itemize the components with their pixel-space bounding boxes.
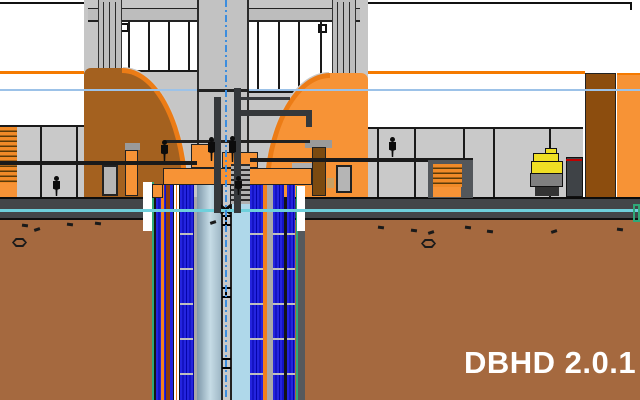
casing-rung bbox=[180, 338, 193, 340]
central-column-cross-bar bbox=[197, 89, 249, 92]
person-body bbox=[229, 141, 236, 162]
person-silhouette bbox=[159, 140, 170, 162]
person-silhouette bbox=[387, 137, 398, 158]
casing-rung bbox=[180, 373, 193, 375]
mullion-right bbox=[278, 22, 280, 91]
mullion-left bbox=[128, 22, 130, 70]
shaft-stripe-19 bbox=[298, 231, 306, 400]
casing-rung bbox=[273, 338, 284, 340]
mullion-right bbox=[298, 22, 300, 91]
tower-door-right bbox=[336, 165, 352, 193]
person-head bbox=[54, 176, 59, 181]
borehole-centerline bbox=[225, 0, 227, 398]
casing-rung bbox=[180, 303, 193, 305]
tower-line-right bbox=[343, 2, 345, 83]
louver-base-left bbox=[0, 183, 17, 198]
shaft-collar-left bbox=[143, 182, 152, 231]
derrick-arm bbox=[234, 110, 312, 116]
person-body bbox=[235, 181, 242, 195]
person-silhouette bbox=[233, 176, 244, 196]
drawing-title: DBHD 2.0.1 bbox=[464, 345, 640, 381]
orange-datum-line-right bbox=[368, 71, 585, 74]
platform-block-left bbox=[152, 184, 163, 198]
louver-panel-right bbox=[433, 164, 462, 187]
derrick-arm-end bbox=[306, 116, 312, 127]
mullion-left bbox=[188, 22, 190, 70]
louver-panel-left bbox=[0, 127, 17, 183]
casing-rung bbox=[250, 338, 263, 340]
mullion-right bbox=[257, 22, 259, 91]
brown-door-right bbox=[312, 147, 326, 196]
orange-datum-line-left bbox=[0, 71, 84, 74]
casing-rung bbox=[180, 268, 193, 270]
building-outline-corner bbox=[630, 2, 632, 10]
vehicle-wheels bbox=[535, 187, 559, 196]
shaft-stripe-15 bbox=[273, 184, 284, 400]
orange-pylon-right-edge bbox=[617, 73, 640, 198]
casing-rung bbox=[273, 268, 284, 270]
wall-line-right bbox=[493, 129, 495, 198]
casing-rung bbox=[273, 233, 284, 235]
tower-line-right bbox=[337, 2, 339, 83]
person-body bbox=[161, 145, 168, 161]
person-head bbox=[209, 137, 214, 142]
louver-base-right bbox=[433, 187, 461, 197]
casing-rung bbox=[287, 373, 295, 375]
casing-rung bbox=[287, 268, 295, 270]
equipment-red-stripe bbox=[566, 159, 582, 161]
wall-line-right bbox=[414, 129, 416, 198]
casing-rung bbox=[287, 233, 295, 235]
tower-line-right bbox=[349, 2, 351, 83]
shaft-stripe-7 bbox=[180, 184, 194, 400]
casing-rung bbox=[250, 268, 263, 270]
mullion-left bbox=[148, 22, 150, 70]
casing-rung bbox=[273, 303, 284, 305]
mullion-left bbox=[168, 22, 170, 70]
casing-rung bbox=[250, 373, 263, 375]
person-head bbox=[230, 136, 235, 141]
window-strip-left bbox=[122, 22, 197, 72]
wall-line-right bbox=[377, 129, 379, 198]
door-panel-detail bbox=[327, 178, 334, 188]
person-head bbox=[236, 176, 241, 181]
shaft-stripe-6 bbox=[173, 170, 180, 400]
person-head bbox=[162, 140, 167, 145]
casing-rung bbox=[273, 373, 284, 375]
shaft-stripe-3 bbox=[161, 184, 164, 400]
casing-rung bbox=[250, 303, 263, 305]
person-silhouette bbox=[227, 136, 238, 163]
person-silhouette bbox=[51, 176, 62, 197]
cyan-slab-line bbox=[0, 209, 640, 212]
cad-drawing-viewport: DBHD 2.0.1 bbox=[0, 0, 640, 400]
derrick-tie-bar bbox=[237, 97, 290, 100]
shaft-stripe-12 bbox=[250, 184, 263, 400]
person-head bbox=[390, 137, 395, 142]
ground-surface-line bbox=[0, 197, 640, 199]
shaft-stripe-9 bbox=[197, 184, 221, 400]
person-body bbox=[208, 142, 215, 161]
blue-level-line bbox=[0, 89, 640, 91]
casing-rung bbox=[287, 338, 295, 340]
boundary-bracket bbox=[633, 204, 640, 222]
tower-door-left bbox=[102, 165, 118, 196]
equipment-unit bbox=[566, 157, 583, 197]
casing-rung bbox=[287, 303, 295, 305]
orange-panel-left bbox=[125, 150, 138, 196]
casing-rung bbox=[250, 233, 263, 235]
person-body bbox=[389, 142, 396, 157]
brown-pylon-right bbox=[585, 73, 616, 198]
casing-rung bbox=[180, 233, 193, 235]
person-silhouette bbox=[206, 137, 217, 162]
person-body bbox=[53, 181, 60, 196]
vehicle-chassis bbox=[530, 173, 563, 187]
panel-cap-left bbox=[125, 143, 140, 150]
shaft-stripe-17 bbox=[287, 184, 295, 400]
